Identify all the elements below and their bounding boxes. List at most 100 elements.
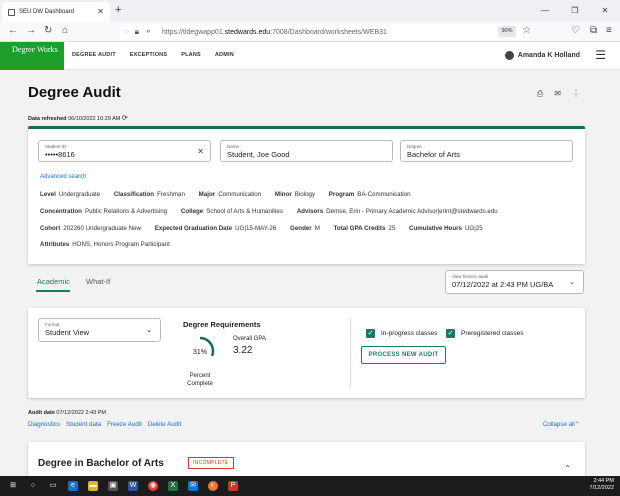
college-value: School of Arts & Humanities <box>206 208 283 215</box>
format-label: Format <box>45 322 60 327</box>
browser-menu-icon[interactable]: ≡ <box>606 25 612 36</box>
degree-works-logo[interactable]: Degree Works <box>0 42 64 70</box>
menu-exceptions[interactable]: EXCEPTIONS <box>130 52 167 58</box>
process-new-audit-button[interactable]: PROCESS NEW AUDIT <box>361 346 446 364</box>
close-window-icon[interactable]: ✕ <box>590 0 620 22</box>
cumulative-hours-value: UG|25 <box>464 225 483 232</box>
clock-date: 7/12/2022 <box>589 485 614 492</box>
forward-icon[interactable]: → <box>26 25 36 36</box>
program-label: Program <box>328 191 355 198</box>
new-tab-icon[interactable]: + <box>115 4 121 16</box>
bookmark-star-icon[interactable]: ☆ <box>522 25 531 36</box>
page-icon <box>8 8 15 16</box>
system-clock[interactable]: 2:44 PM 7/12/2022 <box>590 478 614 493</box>
firefox-icon[interactable]: ◐ <box>208 481 218 491</box>
cohort-label: Cohort <box>40 225 61 232</box>
edge-icon[interactable]: e <box>68 481 78 491</box>
url-bar[interactable]: https://tldegwapp01. stedwards.edu:7008/D… <box>120 24 528 40</box>
excel-icon[interactable]: X <box>168 481 178 491</box>
student-id-field[interactable]: Student ID •••••8616 ✕ <box>38 140 211 162</box>
overall-gpa-label: Overall GPA <box>233 336 266 342</box>
browser-tab[interactable]: SEU DW Dashboard ✕ <box>2 2 110 22</box>
chevron-up-icon: ⌃ <box>574 421 580 428</box>
checkbox-checked-icon: ✓ <box>446 329 455 338</box>
url-icons: ◌ 🔒︎ ⚬ <box>124 27 152 37</box>
restore-icon[interactable]: ❐ <box>560 0 590 22</box>
file-explorer-icon[interactable]: ▬ <box>88 481 98 491</box>
home-icon[interactable]: ⌂ <box>62 25 68 36</box>
permissions-icon[interactable]: ⚬ <box>145 27 152 37</box>
user-profile[interactable]: Amanda K Holland <box>504 51 580 60</box>
word-icon[interactable]: W <box>128 481 138 491</box>
windows-start-icon[interactable]: ⊞ <box>8 481 18 491</box>
degree-requirements-title: Degree Requirements <box>183 320 261 329</box>
avatar <box>504 51 514 60</box>
minimize-icon[interactable]: — <box>530 0 560 22</box>
requirements-card: Format Student View ⌄ Degree Requirement… <box>28 308 585 398</box>
checkbox-checked-icon: ✓ <box>366 329 375 338</box>
historic-audit-value: 07/12/2022 at 2:43 PM UG/BA <box>452 280 554 289</box>
menu-admin[interactable]: ADMIN <box>215 52 234 58</box>
delete-audit-link[interactable]: Delete Audit <box>148 421 181 428</box>
cohort-value: 202260 Undergraduate New <box>63 225 142 232</box>
format-select[interactable]: Format Student View ⌄ <box>38 318 161 342</box>
info-row-3: Cohort 202260 Undergraduate New Expected … <box>40 225 495 232</box>
reload-icon[interactable]: ↻ <box>44 25 52 36</box>
diagnostics-link[interactable]: Diagnostics <box>28 421 60 428</box>
in-progress-checkbox[interactable]: ✓ In-progress classes <box>366 329 437 338</box>
format-value: Student View <box>45 328 90 337</box>
tab-what-if[interactable]: What-If <box>86 277 110 286</box>
back-icon[interactable]: ← <box>8 25 18 36</box>
degree-field[interactable]: Degree Bachelor of Arts <box>400 140 573 162</box>
close-tab-icon[interactable]: ✕ <box>97 7 104 16</box>
user-name: Amanda K Holland <box>517 52 580 59</box>
advisors-label: Advisors <box>296 208 324 215</box>
audit-date-label: Audit date <box>28 410 55 416</box>
mail-icon[interactable]: ✉ <box>188 481 198 491</box>
shield-icon[interactable]: ◌ <box>124 27 129 37</box>
info-row-2: Concentration Public Relations & Advertis… <box>40 208 510 215</box>
print-icon[interactable]: ⎙ <box>537 89 543 99</box>
store-icon[interactable]: ▣ <box>108 481 118 491</box>
collapse-all-link[interactable]: Collapse all⌃ <box>543 421 580 428</box>
hamburger-menu-icon[interactable]: ☰ <box>595 48 606 62</box>
powerpoint-icon[interactable]: P <box>228 481 238 491</box>
degree-label: Degree <box>407 144 422 149</box>
zoom-level[interactable]: 90% <box>498 26 516 37</box>
data-refreshed: Data refreshed 06/10/2022 10:29 AM ⟳ <box>28 114 128 122</box>
menu-degree-audit[interactable]: DEGREE AUDIT <box>72 52 116 58</box>
pocket-icon[interactable]: ♡ <box>571 25 580 36</box>
email-icon[interactable]: ✉ <box>554 89 561 99</box>
preregistered-checkbox[interactable]: ✓ Preregistered classes <box>446 329 524 338</box>
task-view-icon[interactable]: ▭ <box>48 481 58 491</box>
college-label: College <box>180 208 204 215</box>
menu-plans[interactable]: PLANS <box>181 52 201 58</box>
search-icon[interactable]: ○ <box>28 481 38 491</box>
tab-academic[interactable]: Academic <box>37 277 70 286</box>
historic-audit-label: View historic audit <box>452 274 489 279</box>
more-options-icon[interactable]: ⋮ <box>572 89 580 99</box>
student-info-card: Student ID •••••8616 ✕ Name Student, Joe… <box>28 126 585 264</box>
browser-tab-bar: SEU DW Dashboard ✕ + — ❐ ✕ <box>0 0 620 22</box>
freeze-audit-link[interactable]: Freeze Audit <box>107 421 142 428</box>
chrome-icon[interactable]: ◉ <box>148 481 158 491</box>
attributes-value: HONS, Honors Program Participant <box>72 241 170 248</box>
student-id-label: Student ID <box>45 144 67 149</box>
advanced-search-link[interactable]: Advanced search <box>40 174 86 180</box>
concentration-label: Concentration <box>40 208 82 215</box>
historic-audit-select[interactable]: View historic audit 07/12/2022 at 2:43 P… <box>445 270 584 294</box>
refresh-icon[interactable]: ⟳ <box>122 115 128 122</box>
chevron-up-icon[interactable]: ⌃ <box>564 464 571 473</box>
clear-icon[interactable]: ✕ <box>197 147 204 156</box>
student-id-value: •••••8616 <box>45 150 75 159</box>
student-data-link[interactable]: Student data <box>66 421 101 428</box>
classification-label: Classification <box>113 191 155 198</box>
in-progress-label: In-progress classes <box>381 330 438 337</box>
gpa-credits-label: Total GPA Credits <box>333 225 386 232</box>
minor-label: Minor <box>274 191 292 198</box>
gender-label: Gender <box>290 225 312 232</box>
window-controls: — ❐ ✕ <box>530 0 620 22</box>
lock-icon[interactable]: 🔒︎ <box>135 27 139 37</box>
extensions-icon[interactable]: ⧉ <box>590 25 597 36</box>
name-field[interactable]: Name Student, Joe Good <box>220 140 393 162</box>
